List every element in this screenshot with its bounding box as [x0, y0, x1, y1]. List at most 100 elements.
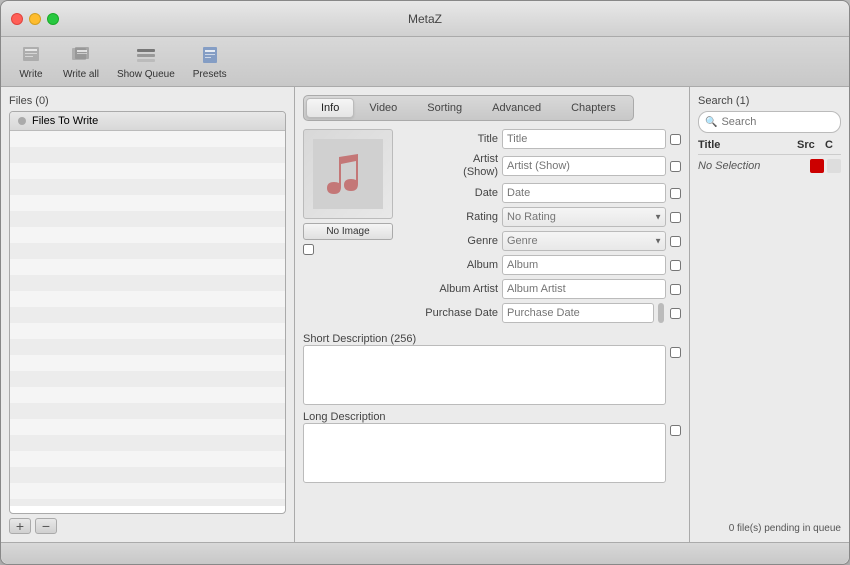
short-description-check[interactable] — [670, 347, 681, 358]
search-results-header: Title Src C — [698, 139, 841, 155]
tabs: Info Video Sorting Advanced Chapters — [303, 95, 634, 121]
title-check[interactable] — [670, 134, 681, 145]
tab-video[interactable]: Video — [354, 98, 412, 118]
artist-check[interactable] — [670, 161, 681, 172]
album-artist-input[interactable] — [502, 279, 666, 299]
artwork-placeholder — [313, 139, 383, 209]
search-col-title-label: Title — [698, 139, 797, 151]
tab-advanced[interactable]: Advanced — [477, 98, 556, 118]
striped-container — [10, 131, 285, 506]
tab-info[interactable]: Info — [306, 98, 354, 118]
tab-chapters[interactable]: Chapters — [556, 98, 631, 118]
title-input[interactable] — [502, 129, 666, 149]
list-item — [10, 371, 285, 387]
field-row-date: Date — [413, 183, 681, 203]
list-item — [10, 435, 285, 451]
status-text: 0 file(s) pending in queue — [698, 523, 841, 534]
files-list[interactable]: Files To Write — [9, 111, 286, 514]
writeall-label: Write all — [63, 69, 99, 80]
artist-input[interactable] — [502, 156, 666, 176]
short-description-label: Short Description (256) — [303, 333, 416, 345]
field-row-album-artist: Album Artist — [413, 279, 681, 299]
rating-select-wrapper: No Rating 1 Star 2 Stars 3 Stars 4 Stars… — [502, 207, 666, 227]
list-item — [10, 451, 285, 467]
write-label: Write — [19, 69, 42, 80]
bottom-bar — [1, 542, 849, 564]
write-button[interactable]: Write — [11, 39, 51, 84]
long-description-label: Long Description — [303, 411, 386, 423]
list-item — [10, 211, 285, 227]
files-footer: + − — [9, 514, 286, 534]
field-row-purchase-date: Purchase Date — [413, 303, 681, 323]
album-input[interactable] — [502, 255, 666, 275]
rating-label: Rating — [413, 211, 498, 223]
list-item — [10, 131, 285, 147]
list-item — [10, 307, 285, 323]
short-description-textarea[interactable] — [303, 345, 666, 405]
list-item — [10, 195, 285, 211]
traffic-lights — [11, 13, 59, 25]
date-label: Date — [413, 187, 498, 199]
list-item — [10, 291, 285, 307]
album-artist-check[interactable] — [670, 284, 681, 295]
list-item — [10, 499, 285, 506]
long-description-section: Long Description — [303, 411, 681, 483]
list-item — [10, 403, 285, 419]
field-row-rating: Rating No Rating 1 Star 2 Stars 3 Stars … — [413, 207, 681, 227]
short-description-row — [303, 345, 681, 405]
presets-label: Presets — [193, 69, 227, 80]
close-button[interactable] — [11, 13, 23, 25]
album-label: Album — [413, 259, 498, 271]
showqueue-button[interactable]: Show Queue — [111, 39, 181, 84]
maximize-button[interactable] — [47, 13, 59, 25]
date-input[interactable] — [502, 183, 666, 203]
rating-check[interactable] — [670, 212, 681, 223]
list-item — [10, 387, 285, 403]
purchase-date-input[interactable] — [502, 303, 654, 323]
bullet-icon — [18, 117, 26, 125]
files-panel: Files (0) Files To Write — [1, 87, 295, 542]
search-col-src-label: Src — [797, 139, 825, 151]
album-check[interactable] — [670, 260, 681, 271]
field-row-genre: Genre Genre ▼ — [413, 231, 681, 251]
artwork-area: No Image — [303, 129, 403, 327]
genre-select[interactable]: Genre — [502, 231, 666, 251]
long-description-check[interactable] — [670, 425, 681, 436]
search-icon: 🔍 — [705, 117, 717, 128]
field-row-title: Title — [413, 129, 681, 149]
main-content: Files (0) Files To Write — [1, 87, 849, 542]
long-description-row — [303, 423, 681, 483]
purchase-date-label: Purchase Date — [413, 307, 498, 319]
writeall-icon — [69, 43, 93, 67]
long-description-textarea[interactable] — [303, 423, 666, 483]
date-check[interactable] — [670, 188, 681, 199]
list-item — [10, 163, 285, 179]
search-box[interactable]: 🔍 — [698, 111, 841, 133]
tab-sorting[interactable]: Sorting — [412, 98, 477, 118]
search-input[interactable] — [721, 116, 849, 128]
rating-select[interactable]: No Rating 1 Star 2 Stars 3 Stars 4 Stars… — [502, 207, 666, 227]
artwork-box — [303, 129, 393, 219]
writeall-button[interactable]: Write all — [57, 39, 105, 84]
remove-file-button[interactable]: − — [35, 518, 57, 534]
write-icon — [19, 43, 43, 67]
minimize-button[interactable] — [29, 13, 41, 25]
list-item — [10, 355, 285, 371]
search-result-c-icon — [827, 159, 841, 173]
purchase-date-check[interactable] — [670, 308, 681, 319]
main-window: MetaZ Write — [0, 0, 850, 565]
presets-button[interactable]: Presets — [187, 39, 233, 84]
search-panel: Search (1) 🔍 Title Src C No Selection 0 … — [689, 87, 849, 542]
title-label: Title — [413, 133, 498, 145]
striped-rows — [10, 131, 285, 506]
list-item — [10, 419, 285, 435]
no-image-button[interactable]: No Image — [303, 223, 393, 240]
artwork-checkbox[interactable] — [303, 244, 314, 255]
fields-area: Title Artist(Show) Date — [413, 129, 681, 327]
search-panel-title: Search (1) — [698, 95, 841, 107]
field-row-artist: Artist(Show) — [413, 153, 681, 179]
list-item — [10, 275, 285, 291]
no-selection-label: No Selection — [698, 160, 810, 172]
genre-check[interactable] — [670, 236, 681, 247]
add-file-button[interactable]: + — [9, 518, 31, 534]
